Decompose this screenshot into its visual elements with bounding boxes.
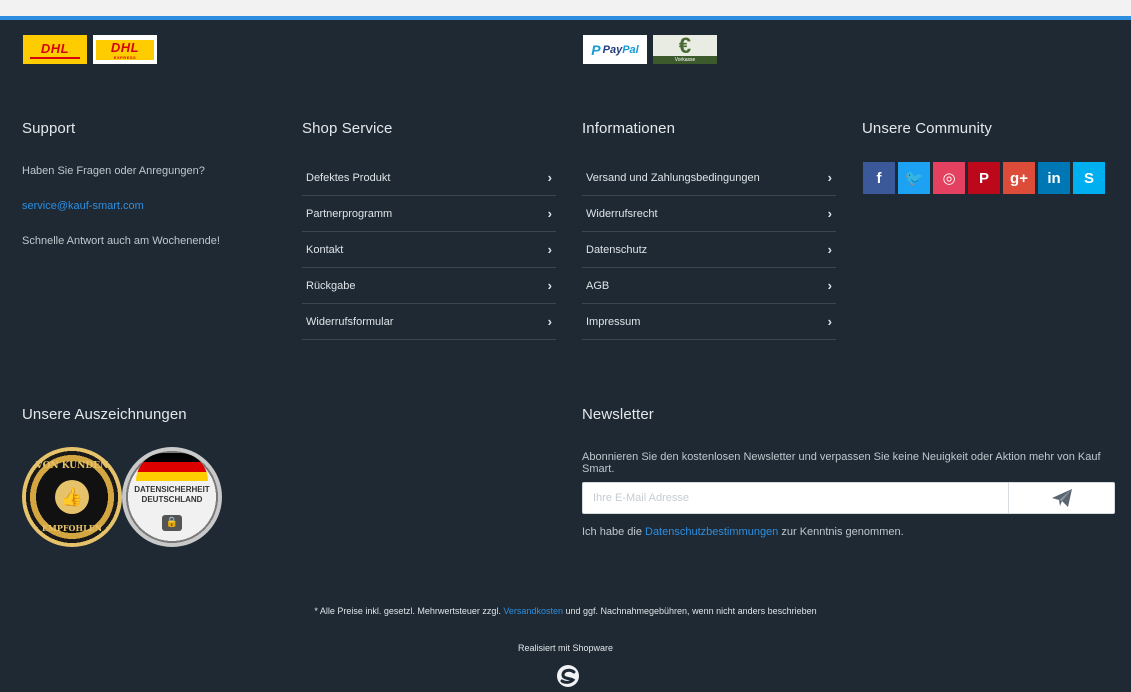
linkedin-icon[interactable]: in: [1038, 162, 1070, 194]
paper-plane-icon: [1051, 489, 1072, 507]
facebook-icon[interactable]: f: [863, 162, 895, 194]
nav-item-agb[interactable]: AGB ›: [582, 268, 836, 304]
chevron-right-icon: ›: [547, 242, 552, 257]
support-title: Support: [22, 120, 76, 137]
chevron-right-icon: ›: [547, 206, 552, 221]
vat-text-a: * Alle Preise inkl. gesetzl. Mehrwertste…: [314, 606, 504, 616]
german-flag-icon: [136, 453, 208, 481]
vat-notice: * Alle Preise inkl. gesetzl. Mehrwertste…: [0, 606, 1131, 616]
nav-item-widerrufsrecht[interactable]: Widerrufsrecht ›: [582, 196, 836, 232]
dhl-express-logo: DHL EXPRESS: [93, 35, 157, 64]
shop-service-title: Shop Service: [302, 120, 393, 137]
dhl-stripes: [30, 56, 80, 59]
chevron-right-icon: ›: [827, 206, 832, 221]
informationen-list: Versand und Zahlungsbedingungen › Widerru…: [582, 160, 836, 340]
nav-item-label: Datenschutz: [586, 243, 648, 256]
skype-icon-glyph: S: [1083, 169, 1094, 187]
chevron-right-icon: ›: [827, 242, 832, 257]
newsletter-email-input[interactable]: [582, 482, 1009, 514]
chevron-right-icon: ›: [547, 314, 552, 329]
badge-text: DATENSICHERHEIT DEUTSCHLAND: [122, 485, 222, 505]
consent-text-a: Ich habe die: [582, 526, 645, 538]
nav-item-label: Widerrufsrecht: [586, 207, 658, 220]
pinterest-icon[interactable]: P: [968, 162, 1000, 194]
informationen-title: Informationen: [582, 120, 676, 137]
newsletter-description: Abonnieren Sie den kostenlosen Newslette…: [582, 451, 1101, 475]
vorkasse-logo: € Vorkasse: [653, 35, 717, 64]
google-plus-icon-glyph: g+: [1010, 169, 1028, 187]
community-title: Unsere Community: [862, 120, 992, 137]
dhl-express-text: DHL: [110, 39, 140, 55]
paypal-text-a: Pay: [602, 43, 623, 56]
chevron-right-icon: ›: [547, 170, 552, 185]
badge-top-text: VON KUNDEN: [35, 461, 109, 471]
badge-bottom-text: EMPFOHLEN: [41, 523, 103, 533]
thumbs-up-icon: 👍: [55, 480, 89, 514]
badge-text-line2: DEUTSCHLAND: [141, 495, 203, 504]
chevron-right-icon: ›: [827, 170, 832, 185]
chevron-right-icon: ›: [827, 278, 832, 293]
newsletter-consent: Ich habe die Datenschutzbestimmungen zur…: [582, 526, 904, 538]
twitter-icon-glyph: 🐦: [904, 170, 924, 187]
nav-item-widerrufsformular[interactable]: Widerrufsformular ›: [302, 304, 556, 340]
consent-text-b: zur Kenntnis genommen.: [778, 526, 904, 538]
nav-item-defektes-produkt[interactable]: Defektes Produkt ›: [302, 160, 556, 196]
badge-text-line1: DATENSICHERHEIT: [134, 485, 210, 494]
linkedin-icon-glyph: in: [1047, 169, 1061, 187]
nav-item-kontakt[interactable]: Kontakt ›: [302, 232, 556, 268]
instagram-icon-glyph: ◎: [942, 170, 956, 187]
realized-with-shopware: Realisiert mit Shopware: [517, 643, 614, 653]
newsletter-submit-button[interactable]: [1009, 482, 1115, 514]
nav-item-versand[interactable]: Versand und Zahlungsbedingungen ›: [582, 160, 836, 196]
datensicherheit-badge: DATENSICHERHEIT DEUTSCHLAND 🔒: [122, 447, 222, 547]
social-icons: f 🐦 ◎ Pg+ in S: [863, 162, 1105, 194]
support-question: Haben Sie Fragen oder Anregungen?: [22, 165, 205, 177]
newsletter-title: Newsletter: [582, 406, 654, 423]
vorkasse-label: Vorkasse: [653, 56, 717, 64]
nav-item-label: AGB: [586, 279, 610, 292]
vat-text-b: und ggf. Nachnahmegebühren, wenn nicht a…: [562, 606, 817, 616]
privacy-policy-link[interactable]: Datenschutzbestimmungen: [645, 526, 778, 538]
nav-item-label: Kontakt: [306, 243, 344, 256]
nav-item-partnerprogramm[interactable]: Partnerprogramm ›: [302, 196, 556, 232]
dhl-logo-text: DHL: [40, 40, 70, 56]
shopware-logo-icon[interactable]: [556, 664, 580, 688]
chevron-right-icon: ›: [827, 314, 832, 329]
nav-item-label: Impressum: [586, 315, 641, 328]
paypal-text-b: Pal: [622, 43, 639, 56]
instagram-icon[interactable]: ◎: [933, 162, 965, 194]
shop-service-list: Defektes Produkt › Partnerprogramm › Konta…: [302, 160, 556, 340]
euro-icon: €: [678, 35, 692, 58]
google-plus-icon[interactable]: g+: [1003, 162, 1035, 194]
von-kunden-empfohlen-badge: VON KUNDEN 👍 EMPFOHLEN: [22, 447, 122, 547]
paypal-icon: P: [591, 41, 601, 58]
nav-item-rueckgabe[interactable]: Rückgabe ›: [302, 268, 556, 304]
paypal-logo: P Pay Pal: [583, 35, 647, 64]
accent-line: [0, 16, 1131, 20]
dhl-logo: DHL: [23, 35, 87, 64]
skype-icon[interactable]: S: [1073, 162, 1105, 194]
nav-item-label: Partnerprogramm: [306, 207, 393, 220]
nav-item-impressum[interactable]: Impressum ›: [582, 304, 836, 340]
nav-item-datenschutz[interactable]: Datenschutz ›: [582, 232, 836, 268]
pinterest-icon-glyph: P: [978, 169, 989, 187]
awards-title: Unsere Auszeichnungen: [22, 406, 187, 423]
dhl-express-tag: EXPRESS: [113, 54, 137, 60]
twitter-icon[interactable]: 🐦: [898, 162, 930, 194]
nav-item-label: Defektes Produkt: [306, 171, 391, 184]
nav-item-label: Versand und Zahlungsbedingungen: [586, 171, 760, 184]
chevron-right-icon: ›: [547, 278, 552, 293]
support-email-link[interactable]: service@kauf-smart.com: [22, 200, 144, 212]
support-weekend-note: Schnelle Antwort auch am Wochenende!: [22, 235, 220, 247]
lock-icon: 🔒: [162, 515, 182, 531]
dhl-express-inner: DHL EXPRESS: [96, 39, 154, 60]
nav-item-label: Widerrufsformular: [306, 315, 394, 328]
shipping-costs-link[interactable]: Versandkosten: [503, 606, 563, 616]
nav-item-label: Rückgabe: [306, 279, 356, 292]
top-bar: [0, 0, 1131, 16]
facebook-icon-glyph: f: [876, 169, 882, 187]
